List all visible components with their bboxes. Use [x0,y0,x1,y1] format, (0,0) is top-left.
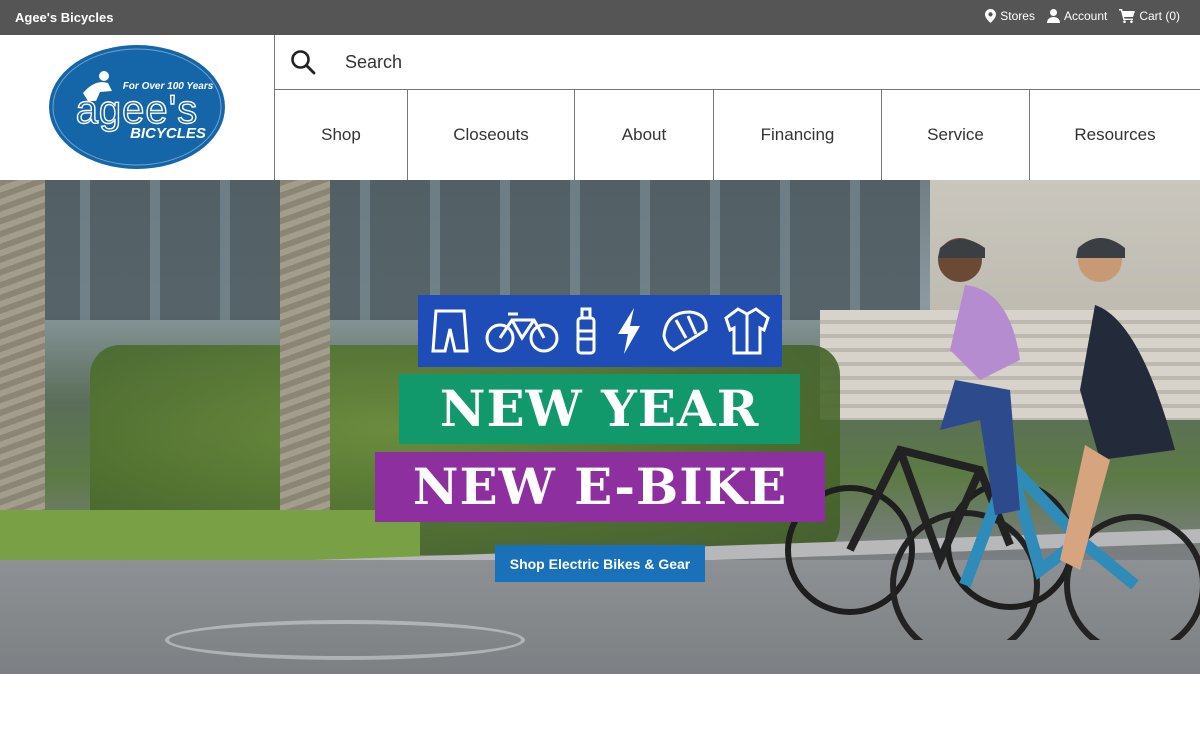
nav-item-about[interactable]: About [575,90,714,180]
nav-item-resources[interactable]: Resources [1030,90,1200,180]
agees-bicycles-logo: For Over 100 Years agee's BICYCLES [49,45,225,169]
site-name[interactable]: Agee's Bicycles [15,10,113,25]
nav-item-shop[interactable]: Shop [275,90,408,180]
shorts-icon [431,309,469,353]
map-pin-icon [985,9,997,23]
hero-banner: NEW YEAR NEW E-BIKE Shop Electric Bikes … [0,180,1200,674]
water-bottle-icon [576,307,596,355]
main-nav: Shop Closeouts About Financing Service R… [275,90,1200,180]
search-bar [275,35,1200,90]
cyclists-illustration [785,238,1200,640]
palm-trunk [0,180,45,560]
stores-label: Stores [1000,9,1035,23]
palm-trunk [280,180,330,560]
headline-new-year: NEW YEAR [399,374,800,444]
cart-label: Cart (0) [1139,9,1180,23]
jersey-icon [724,307,770,355]
bike-lane-marking [165,620,525,660]
site-header: For Over 100 Years agee's BICYCLES Shop … [0,35,1200,180]
utility-links: Stores Account Cart (0) [985,9,1180,23]
nav-item-financing[interactable]: Financing [714,90,882,180]
logo-container[interactable]: For Over 100 Years agee's BICYCLES [0,35,275,180]
logo-subtitle: BICYCLES [130,125,206,142]
user-icon [1046,9,1060,23]
headline-new-ebike: NEW E-BIKE [375,452,825,522]
nav-item-closeouts[interactable]: Closeouts [408,90,575,180]
search-input[interactable] [345,45,1145,80]
helmet-icon [662,310,708,352]
stores-link[interactable]: Stores [985,9,1035,23]
account-label: Account [1063,9,1108,23]
promo-icon-strip [418,295,782,367]
bicycle-icon [485,312,559,353]
shop-electric-bikes-button[interactable]: Shop Electric Bikes & Gear [495,545,705,582]
lightning-icon [618,308,640,354]
nav-item-service[interactable]: Service [882,90,1030,180]
cart-icon [1119,9,1136,23]
top-utility-bar: Agee's Bicycles Stores Account Cart (0) [0,0,1200,35]
search-icon[interactable] [290,49,316,80]
cart-link[interactable]: Cart (0) [1119,9,1180,23]
account-link[interactable]: Account [1046,9,1108,23]
